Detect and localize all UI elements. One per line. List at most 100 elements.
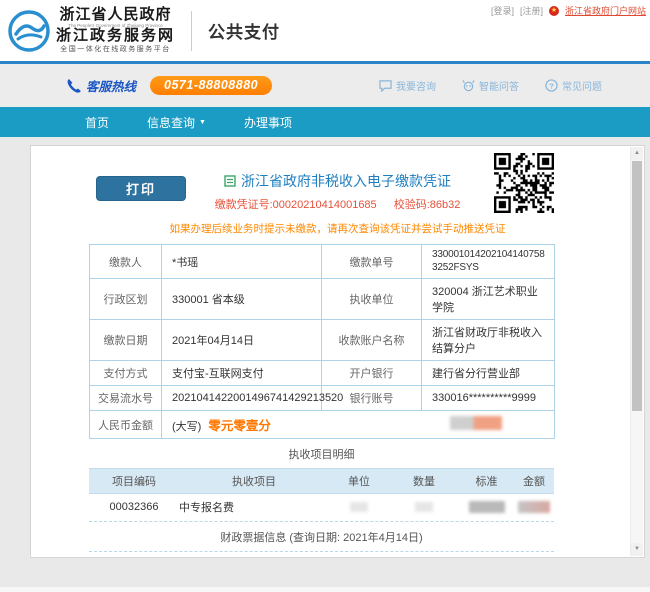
field-value: 330016**********9999 bbox=[422, 386, 555, 411]
gov-name: 浙江省人民政府 bbox=[56, 8, 175, 24]
nav-home[interactable]: 首页 bbox=[85, 114, 109, 131]
question-circle-icon: ? bbox=[545, 79, 558, 92]
invoice-row: 33010121 浙江省非税收入统一票据 (电子) 0181440646 4 bbox=[89, 552, 554, 558]
nav-home-label: 首页 bbox=[85, 114, 109, 131]
column-header: 单位 bbox=[329, 473, 389, 489]
chat-bubble-icon bbox=[379, 79, 392, 92]
voucher-check-code: 校验码:86b32 bbox=[394, 199, 461, 211]
nav-handle-items[interactable]: 办理事项 bbox=[244, 114, 292, 131]
scroll-down-arrow-icon[interactable]: ▼ bbox=[631, 543, 643, 556]
phone-icon bbox=[66, 78, 82, 94]
consult-label: 我要咨询 bbox=[396, 78, 436, 93]
smart-qa-link[interactable]: 智能问答 bbox=[462, 78, 519, 93]
field-value: 330001 省本级 bbox=[162, 279, 322, 320]
field-label: 开户银行 bbox=[322, 361, 422, 386]
item-standard bbox=[459, 501, 514, 513]
invoice-section: 财政票据信息 (查询日期: 2021年4月14日) 33010121 浙江省非税… bbox=[89, 522, 554, 558]
redacted-value bbox=[415, 502, 433, 512]
field-value: 2021年04月14日 bbox=[162, 320, 322, 361]
items-table-header: 项目编码 执收项目 单位 数量 标准 金额 bbox=[89, 468, 554, 494]
voucher-title: 浙江省政府非税收入电子缴款凭证 bbox=[241, 171, 451, 191]
amount-cell: (大写) 零元零壹分 bbox=[162, 411, 555, 439]
table-row: 缴款人 *书瑶 缴款单号 3300010142021041407583252FS… bbox=[90, 245, 555, 279]
nav-handle-items-label: 办理事项 bbox=[244, 114, 292, 131]
item-unit bbox=[329, 501, 389, 513]
column-header: 数量 bbox=[389, 473, 459, 489]
table-row: 行政区划 330001 省本级 执收单位 320004 浙江艺术职业学院 bbox=[90, 279, 555, 320]
item-code: 00032366 bbox=[89, 501, 179, 513]
voucher-panel: 打印 浙江省政府非税收入电子缴款凭证 缴款凭证号:000202104140016… bbox=[30, 145, 645, 558]
hotline-links: 我要咨询 智能问答 ? 常见问题 bbox=[379, 78, 602, 93]
main-area: 打印 浙江省政府非税收入电子缴款凭证 缴款凭证号:000202104140016… bbox=[0, 137, 650, 558]
login-link[interactable]: [登录] bbox=[491, 4, 514, 17]
site-tagline: 全国一体化在线政务服务平台 bbox=[56, 46, 175, 53]
hotline-number: 0571-88808880 bbox=[150, 76, 272, 95]
field-label: 收款账户名称 bbox=[322, 320, 422, 361]
table-row: 人民币金额 (大写) 零元零壹分 bbox=[90, 411, 555, 439]
svg-text:?: ? bbox=[549, 81, 554, 90]
table-row: 交易流水号 2021041422001496741429213520 银行账号 … bbox=[90, 386, 555, 411]
field-value: 3300010142021041407583252FSYS bbox=[422, 245, 555, 279]
robot-icon bbox=[462, 79, 475, 92]
smart-qa-label: 智能问答 bbox=[479, 78, 519, 93]
faq-link[interactable]: ? 常见问题 bbox=[545, 78, 602, 93]
items-section: 执收项目明细 项目编码 执收项目 单位 数量 标准 金额 00032366 中专… bbox=[89, 439, 554, 522]
field-value: 支付宝-互联网支付 bbox=[162, 361, 322, 386]
scroll-up-arrow-icon[interactable]: ▲ bbox=[631, 147, 643, 160]
field-label: 缴款人 bbox=[90, 245, 162, 279]
field-label: 执收单位 bbox=[322, 279, 422, 320]
redacted-amount bbox=[450, 416, 502, 430]
field-value: 320004 浙江艺术职业学院 bbox=[422, 279, 555, 320]
main-nav: 首页 信息查询 ▼ 办理事项 bbox=[0, 107, 650, 137]
field-value: 浙江省财政厅非税收入结算分户 bbox=[422, 320, 555, 361]
amount-prefix: (大写) bbox=[172, 421, 201, 433]
column-header: 标准 bbox=[459, 473, 514, 489]
vertical-scrollbar[interactable]: ▲ ▼ bbox=[630, 147, 643, 556]
column-header: 项目编码 bbox=[89, 473, 179, 489]
column-header: 金额 bbox=[514, 473, 554, 489]
national-emblem-icon: ★ bbox=[549, 6, 559, 16]
field-value: *书瑶 bbox=[162, 245, 322, 279]
hotline-label: 客服热线 bbox=[86, 76, 136, 95]
gov-identity: 浙江省人民政府 The People's Government of Zheji… bbox=[56, 8, 175, 53]
items-section-title: 执收项目明细 bbox=[89, 439, 554, 468]
nav-info-query[interactable]: 信息查询 ▼ bbox=[147, 114, 206, 131]
table-row: 支付方式 支付宝-互联网支付 开户银行 建行省分行营业部 bbox=[90, 361, 555, 386]
items-table-row: 00032366 中专报名费 bbox=[89, 494, 554, 522]
field-label: 缴款日期 bbox=[90, 320, 162, 361]
field-value: 2021041422001496741429213520 bbox=[162, 386, 322, 411]
nav-info-query-label: 信息查询 bbox=[147, 114, 195, 131]
chevron-down-icon: ▼ bbox=[199, 119, 206, 126]
invoice-section-title: 财政票据信息 (查询日期: 2021年4月14日) bbox=[89, 522, 554, 552]
voucher-detail-table: 缴款人 *书瑶 缴款单号 3300010142021041407583252FS… bbox=[89, 244, 555, 439]
register-link[interactable]: [注册] bbox=[520, 4, 543, 17]
top-links: [登录] [注册] ★ 浙江省政府门户网站 bbox=[491, 4, 646, 17]
field-value: 建行省分行营业部 bbox=[422, 361, 555, 386]
hotline-bar: 客服热线 0571-88808880 我要咨询 智能问答 ? 常见问题 bbox=[0, 64, 650, 107]
column-header: 执收项目 bbox=[179, 473, 329, 489]
portal-link[interactable]: 浙江省政府门户网站 bbox=[565, 4, 646, 17]
amount-words: 零元零壹分 bbox=[208, 419, 271, 433]
item-quantity bbox=[389, 501, 459, 513]
footer-strip bbox=[0, 587, 650, 592]
header-divider bbox=[191, 11, 192, 51]
faq-label: 常见问题 bbox=[562, 78, 602, 93]
field-label: 人民币金额 bbox=[90, 411, 162, 439]
site-name: 浙江政务服务网 bbox=[56, 29, 175, 45]
print-button[interactable]: 打印 bbox=[96, 176, 186, 201]
voucher-number: 缴款凭证号:00020210414001685 bbox=[215, 199, 377, 211]
field-label: 交易流水号 bbox=[90, 386, 162, 411]
scrollbar-thumb[interactable] bbox=[632, 161, 642, 411]
page-title: 公共支付 bbox=[208, 18, 280, 43]
site-header: 浙江省人民政府 The People's Government of Zheji… bbox=[0, 0, 650, 64]
gov-name-en: The People's Government of Zhejiang Prov… bbox=[62, 24, 169, 29]
consult-link[interactable]: 我要咨询 bbox=[379, 78, 436, 93]
table-row: 缴款日期 2021年04月14日 收款账户名称 浙江省财政厅非税收入结算分户 bbox=[90, 320, 555, 361]
qr-code bbox=[494, 153, 554, 213]
redacted-value bbox=[469, 501, 505, 513]
voucher-warning: 如果办理后续业务时提示未缴款，请再次查询该凭证并尝试手动推送凭证 bbox=[31, 221, 644, 236]
receipt-icon bbox=[224, 175, 236, 187]
field-label: 缴款单号 bbox=[322, 245, 422, 279]
redacted-value bbox=[350, 502, 368, 512]
redacted-value bbox=[518, 501, 550, 513]
